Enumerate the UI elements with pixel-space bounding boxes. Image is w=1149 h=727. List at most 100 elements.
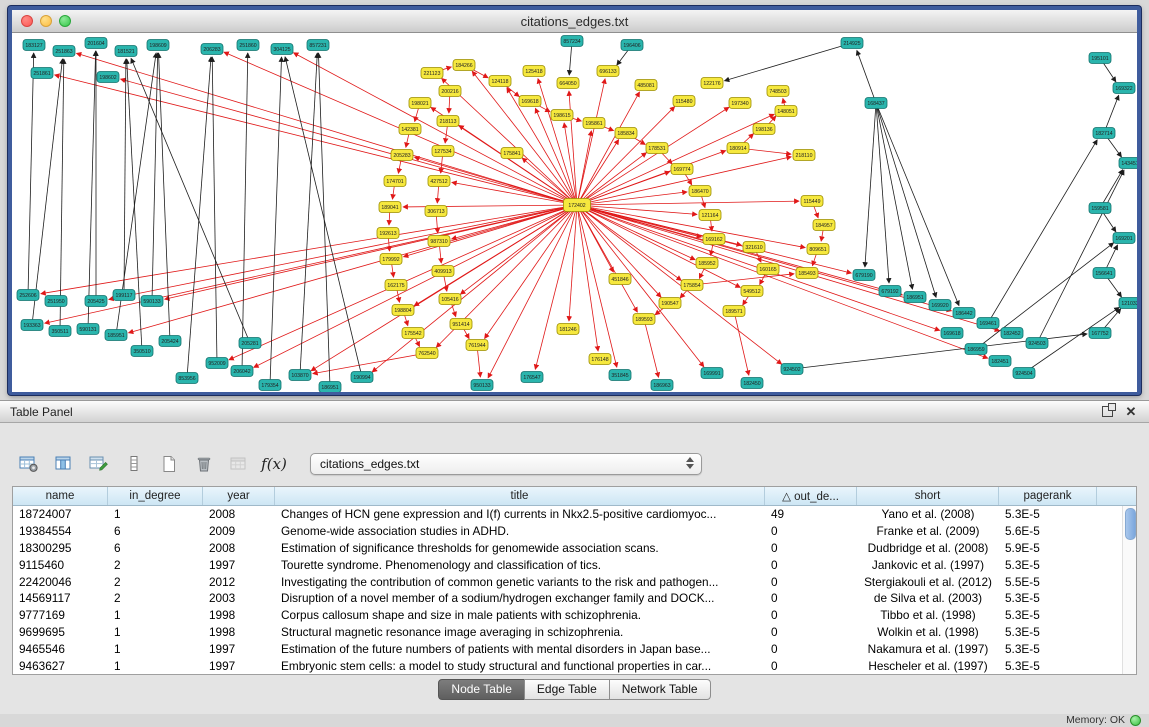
- graph-node[interactable]: 251863: [53, 46, 75, 57]
- graph-node[interactable]: 206283: [201, 44, 223, 55]
- graph-node[interactable]: 189041: [379, 202, 401, 213]
- table-row[interactable]: 2242004622012Investigating the contribut…: [13, 573, 1136, 590]
- graph-node[interactable]: 198136: [753, 124, 775, 135]
- tab-edge-table[interactable]: Edge Table: [524, 679, 610, 700]
- table-selector-dropdown[interactable]: citations_edges.txt: [310, 453, 702, 475]
- network-graph[interactable]: 1724022211231842661241181696181986151958…: [12, 33, 1137, 392]
- new-table-icon[interactable]: [156, 451, 182, 477]
- graph-node[interactable]: 987310: [428, 236, 450, 247]
- table-row[interactable]: 911546021997Tourette syndrome. Phenomeno…: [13, 556, 1136, 573]
- graph-node[interactable]: 185834: [615, 128, 637, 139]
- graph-node[interactable]: 176148: [589, 354, 611, 365]
- graph-node[interactable]: 169201: [1113, 233, 1135, 244]
- graph-node[interactable]: 304125: [271, 44, 293, 55]
- graph-node[interactable]: 121033: [1119, 298, 1137, 309]
- graph-node[interactable]: 590131: [77, 324, 99, 335]
- graph-node[interactable]: 485081: [635, 80, 657, 91]
- graph-node[interactable]: 162175: [385, 280, 407, 291]
- graph-node[interactable]: 924503: [1026, 338, 1048, 349]
- graph-node[interactable]: 192613: [377, 228, 399, 239]
- graph-node[interactable]: 179354: [259, 380, 281, 391]
- graph-node[interactable]: 176547: [521, 372, 543, 383]
- graph-node[interactable]: 252606: [17, 290, 39, 301]
- graph-node[interactable]: 167752: [1089, 328, 1111, 339]
- graph-node[interactable]: 185493: [796, 268, 818, 279]
- graph-node[interactable]: 951414: [450, 319, 472, 330]
- graph-node[interactable]: 185952: [696, 258, 718, 269]
- graph-node[interactable]: 142381: [399, 124, 421, 135]
- table-settings-icon[interactable]: [16, 451, 42, 477]
- scrollbar-thumb[interactable]: [1125, 508, 1136, 540]
- graph-node[interactable]: 762540: [416, 348, 438, 359]
- edit-table-icon[interactable]: [86, 451, 112, 477]
- graph-node[interactable]: 186470: [689, 186, 711, 197]
- graph-node[interactable]: 809651: [807, 244, 829, 255]
- vertical-scrollbar[interactable]: [1122, 506, 1136, 674]
- graph-node[interactable]: 409913: [432, 266, 454, 277]
- graph-node[interactable]: 206042: [231, 366, 253, 377]
- graph-node[interactable]: 664050: [557, 78, 579, 89]
- graph-node[interactable]: 679190: [853, 270, 875, 281]
- graph-node[interactable]: 199117: [113, 290, 135, 301]
- graph-node[interactable]: 427512: [428, 176, 450, 187]
- graph-node[interactable]: 160165: [757, 264, 779, 275]
- graph-node[interactable]: 761944: [466, 340, 488, 351]
- table-row[interactable]: 1872400712008Changes of HCN gene express…: [13, 506, 1136, 523]
- graph-node[interactable]: 190994: [351, 372, 373, 383]
- graph-node[interactable]: 184957: [813, 220, 835, 231]
- column-header-5[interactable]: short: [857, 487, 999, 505]
- graph-node[interactable]: 189593: [633, 314, 655, 325]
- graph-node[interactable]: 549512: [741, 286, 763, 297]
- graph-node[interactable]: 186959: [965, 344, 987, 355]
- graph-node[interactable]: 251860: [237, 40, 259, 51]
- graph-node[interactable]: 321610: [743, 242, 765, 253]
- graph-node[interactable]: 853956: [176, 373, 198, 384]
- column-header-6[interactable]: pagerank: [999, 487, 1097, 505]
- row-selector-icon[interactable]: [121, 451, 147, 477]
- graph-node[interactable]: 748503: [767, 86, 789, 97]
- graph-node[interactable]: 169618: [941, 328, 963, 339]
- function-builder-icon[interactable]: f(x): [261, 451, 287, 477]
- graph-node[interactable]: 179992: [380, 254, 402, 265]
- close-button[interactable]: [21, 15, 33, 27]
- graph-node[interactable]: 124118: [489, 76, 511, 87]
- tab-node-table[interactable]: Node Table: [438, 679, 525, 700]
- graph-node[interactable]: 185951: [105, 330, 127, 341]
- zoom-button[interactable]: [59, 15, 71, 27]
- graph-node[interactable]: 857231: [307, 40, 329, 51]
- table-row[interactable]: 1938455462009Genome-wide association stu…: [13, 523, 1136, 540]
- import-table-icon-disabled[interactable]: [226, 451, 252, 477]
- graph-node[interactable]: 186951: [319, 382, 341, 393]
- graph-node[interactable]: 181246: [557, 324, 579, 335]
- tab-network-table[interactable]: Network Table: [609, 679, 711, 700]
- graph-node[interactable]: 198602: [97, 72, 119, 83]
- graph-node[interactable]: 122176: [701, 78, 723, 89]
- graph-node[interactable]: 952009: [206, 358, 228, 369]
- graph-node[interactable]: 857234: [561, 36, 583, 47]
- graph-node[interactable]: 221123: [421, 68, 443, 79]
- graph-node[interactable]: 169774: [671, 164, 693, 175]
- graph-node[interactable]: 205281: [239, 338, 261, 349]
- graph-node[interactable]: 186442: [953, 308, 975, 319]
- column-header-1[interactable]: in_degree: [108, 487, 203, 505]
- graph-node[interactable]: 198609: [147, 40, 169, 51]
- graph-node[interactable]: 169920: [929, 300, 951, 311]
- graph-node[interactable]: 174701: [384, 176, 406, 187]
- table-row[interactable]: 946362711997Embryonic stem cells: a mode…: [13, 657, 1136, 674]
- table-row[interactable]: 1456911722003Disruption of a novel membe…: [13, 590, 1136, 607]
- table-row[interactable]: 969969511998Structural magnetic resonanc…: [13, 624, 1136, 641]
- column-header-2[interactable]: year: [203, 487, 275, 505]
- graph-node[interactable]: 182714: [1093, 128, 1115, 139]
- graph-node[interactable]: 251950: [45, 296, 67, 307]
- column-header-0[interactable]: name: [13, 487, 108, 505]
- close-panel-icon[interactable]: ✕: [1123, 404, 1139, 420]
- graph-node[interactable]: 169162: [703, 234, 725, 245]
- graph-node[interactable]: 169461: [977, 318, 999, 329]
- graph-node[interactable]: 201604: [85, 38, 107, 49]
- graph-node[interactable]: 105416: [439, 294, 461, 305]
- graph-node[interactable]: 205283: [391, 150, 413, 161]
- graph-node[interactable]: 214925: [841, 38, 863, 49]
- graph-node[interactable]: 350510: [131, 346, 153, 357]
- float-panel-icon[interactable]: [1099, 404, 1115, 420]
- minimize-button[interactable]: [40, 15, 52, 27]
